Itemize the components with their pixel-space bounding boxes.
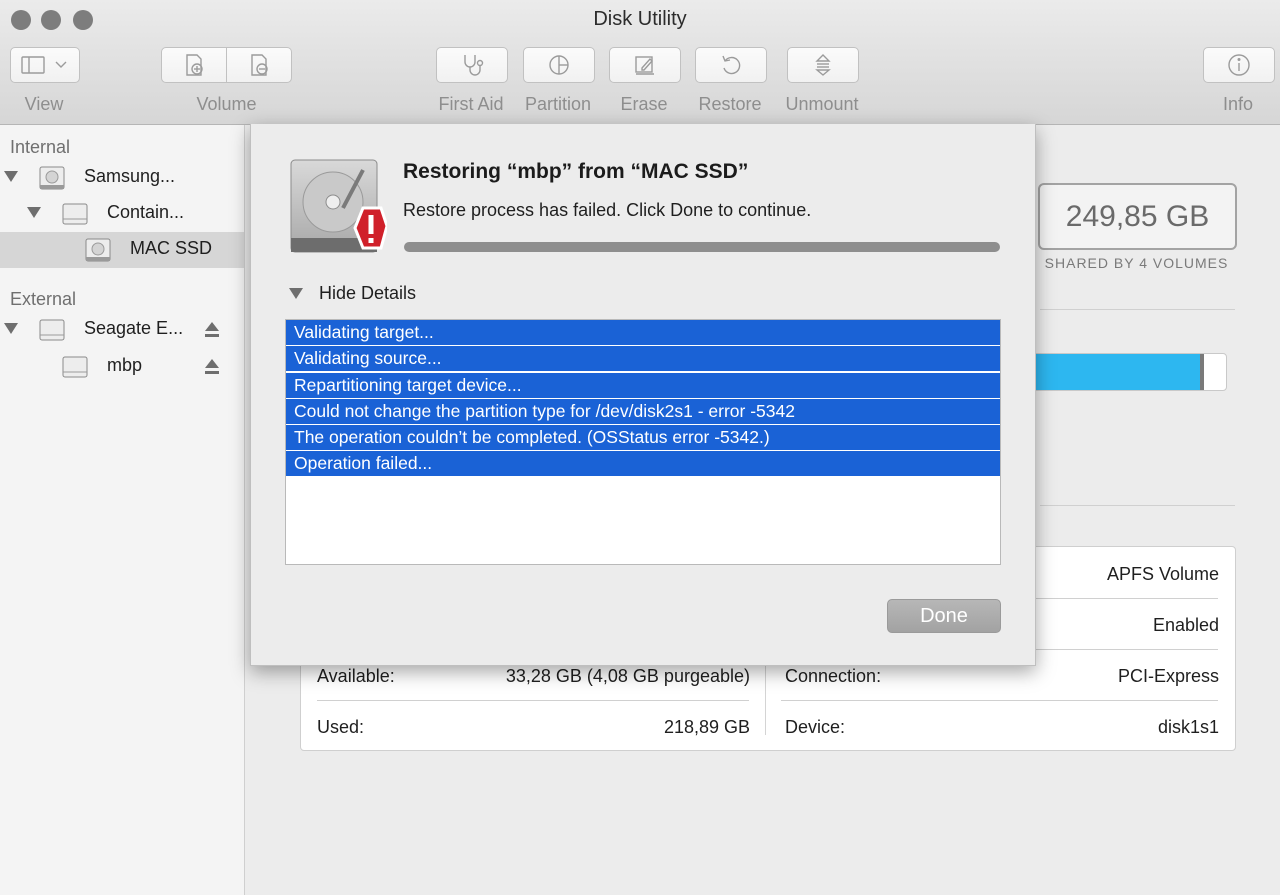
sidebar-item-container[interactable]: Contain... <box>0 196 244 232</box>
disclosure-triangle-icon[interactable] <box>4 171 18 182</box>
view-label: View <box>24 94 64 114</box>
disclosure-triangle-icon <box>289 287 303 299</box>
sidebar-icon <box>21 56 45 74</box>
view-button[interactable] <box>10 47 80 83</box>
sidebar-item-label: Seagate E... <box>84 318 184 338</box>
first-aid-button[interactable] <box>436 47 508 83</box>
owners-value: Enabled <box>1152 615 1219 635</box>
details-log[interactable]: Validating target... Validating source...… <box>285 319 1001 565</box>
volume-icon <box>85 238 111 262</box>
disclosure-triangle-icon[interactable] <box>4 323 18 334</box>
container-icon <box>62 203 88 225</box>
volume-label: Volume <box>196 94 257 114</box>
remove-volume-button[interactable] <box>227 47 292 83</box>
partition-button[interactable] <box>523 47 595 83</box>
info-label: Info <box>1222 94 1254 114</box>
external-disk-icon <box>39 319 65 341</box>
first-aid-label: First Aid <box>438 94 504 114</box>
erase-label: Erase <box>620 94 668 114</box>
connection-value: PCI-Express <box>1117 666 1219 686</box>
used-value: 218,89 GB <box>663 717 750 737</box>
usage-bar <box>1025 353 1227 391</box>
divider <box>781 700 1218 701</box>
log-line[interactable]: Validating source... <box>286 346 1000 372</box>
eraser-icon <box>635 56 654 75</box>
toolbar: Disk Utility View Volume First Aid Parti… <box>0 0 1280 125</box>
log-line[interactable]: Repartitioning target device... <box>286 372 1000 398</box>
info-button[interactable] <box>1203 47 1275 83</box>
device-value: disk1s1 <box>1157 717 1219 737</box>
restore-button[interactable] <box>695 47 767 83</box>
sidebar-item-label: MAC SSD <box>130 238 213 258</box>
capacity-box: 249,85 GB <box>1038 183 1237 250</box>
usage-bar-fill <box>1026 354 1204 390</box>
restore-label: Restore <box>698 94 762 114</box>
stethoscope-icon <box>464 55 484 76</box>
info-icon <box>1228 54 1250 76</box>
divider <box>317 700 749 701</box>
type-value: APFS Volume <box>1106 564 1219 584</box>
restore-sheet: Restoring “mbp” from “MAC SSD” Restore p… <box>250 124 1036 666</box>
erase-button[interactable] <box>609 47 681 83</box>
unmount-button[interactable] <box>787 47 859 83</box>
log-line[interactable]: Operation failed... <box>286 451 1000 477</box>
log-line[interactable]: Validating target... <box>286 320 1000 345</box>
external-volume-icon <box>62 356 88 378</box>
sidebar-item-label: Contain... <box>107 202 185 222</box>
status-message: Restore process has failed. Click Done t… <box>403 200 812 220</box>
disclosure-triangle-icon[interactable] <box>27 207 41 218</box>
restore-arrow-icon <box>722 55 741 75</box>
add-volume-icon <box>186 54 203 76</box>
hide-details-label: Hide Details <box>319 282 417 303</box>
sidebar-item-samsung[interactable]: Samsung... <box>0 160 244 196</box>
eject-icon[interactable] <box>204 358 220 376</box>
chevron-down-icon <box>55 61 67 68</box>
partition-pie-icon <box>549 55 569 75</box>
progress-bar <box>404 242 1000 252</box>
connection-label: Connection: <box>785 666 882 686</box>
internal-disk-icon <box>39 166 65 190</box>
window-title: Disk Utility <box>593 8 687 30</box>
sheet-title: Restoring “mbp” from “MAC SSD” <box>403 160 749 183</box>
sidebar-section-external: External <box>10 289 77 309</box>
device-label: Device: <box>785 717 846 737</box>
remove-volume-icon <box>251 54 268 76</box>
divider <box>1040 505 1235 506</box>
log-line[interactable]: The operation couldn’t be completed. (OS… <box>286 425 1000 451</box>
sidebar-item-mbp[interactable]: mbp <box>0 349 244 385</box>
shared-volumes-caption: SHARED BY 4 VOLUMES <box>1044 255 1229 271</box>
sidebar-item-mac-ssd[interactable]: MAC SSD <box>0 232 244 268</box>
sidebar-item-label: Samsung... <box>84 166 176 186</box>
partition-label: Partition <box>524 94 592 114</box>
available-value: 33,28 GB (4,08 GB purgeable) <box>505 666 750 686</box>
used-label: Used: <box>317 717 365 737</box>
sidebar-item-label: mbp <box>107 355 143 375</box>
done-button[interactable]: Done <box>887 599 1001 633</box>
sidebar-item-seagate[interactable]: Seagate E... <box>0 312 244 348</box>
sidebar-section-internal: Internal <box>10 137 71 157</box>
add-volume-button[interactable] <box>161 47 227 83</box>
unmount-label: Unmount <box>785 94 859 114</box>
hard-disk-alert-icon <box>290 159 387 253</box>
sidebar: Internal Samsung... Contain... MAC SSD E… <box>0 125 245 895</box>
divider <box>1040 309 1235 310</box>
eject-icon[interactable] <box>204 321 220 339</box>
log-line[interactable]: Could not change the partition type for … <box>286 398 1000 424</box>
hide-details-toggle[interactable]: Hide Details <box>289 281 416 305</box>
available-label: Available: <box>317 666 395 686</box>
progress-bar-fill <box>404 242 1000 252</box>
unmount-icon <box>815 54 831 76</box>
